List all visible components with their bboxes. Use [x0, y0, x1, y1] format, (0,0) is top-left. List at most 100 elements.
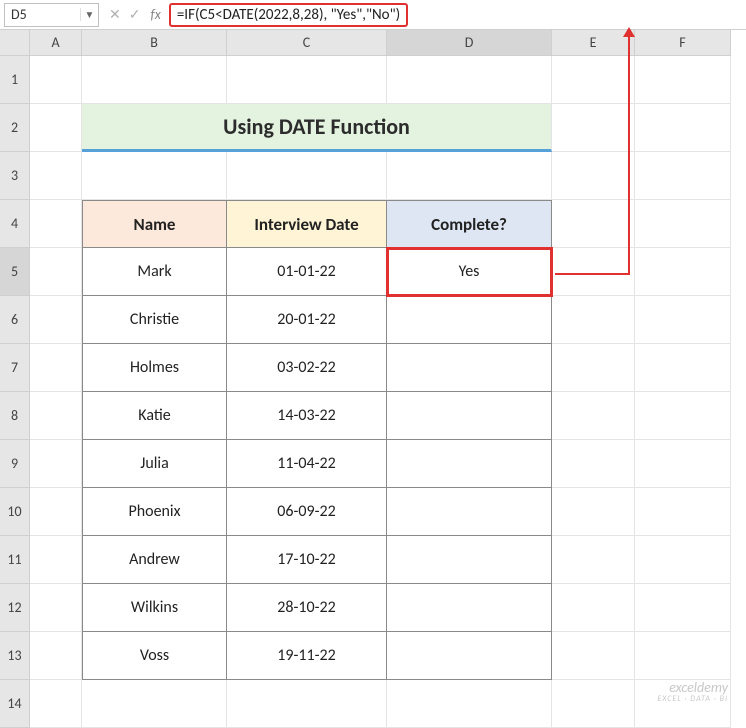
title-cell[interactable]: Using DATE Function: [82, 104, 552, 152]
cell-D3[interactable]: [387, 152, 552, 200]
cell-B3[interactable]: [82, 152, 227, 200]
cell-F1[interactable]: [635, 56, 731, 104]
cell-A8[interactable]: [30, 392, 82, 440]
cell-A5[interactable]: [30, 248, 82, 296]
cell-B9[interactable]: Julia: [82, 440, 227, 488]
cell-B14[interactable]: [82, 680, 227, 728]
cell-F10[interactable]: [635, 488, 731, 536]
cell-D1[interactable]: [387, 56, 552, 104]
cell-D12[interactable]: [387, 584, 552, 632]
cell-C7[interactable]: 03-02-22: [227, 344, 387, 392]
cell-D11[interactable]: [387, 536, 552, 584]
cell-D9[interactable]: [387, 440, 552, 488]
table-header-date[interactable]: Interview Date: [227, 200, 387, 248]
row-header-4[interactable]: 4: [0, 200, 30, 248]
cell-B6[interactable]: Christie: [82, 296, 227, 344]
cell-F5[interactable]: [635, 248, 731, 296]
cell-F8[interactable]: [635, 392, 731, 440]
cancel-icon[interactable]: ✕: [109, 6, 121, 23]
cell-A9[interactable]: [30, 440, 82, 488]
cell-B1[interactable]: [82, 56, 227, 104]
cell-F11[interactable]: [635, 536, 731, 584]
cell-A11[interactable]: [30, 536, 82, 584]
cell-D8[interactable]: [387, 392, 552, 440]
row-header-14[interactable]: 14: [0, 680, 30, 728]
cell-E5[interactable]: [552, 248, 635, 296]
cell-A14[interactable]: [30, 680, 82, 728]
cell-F3[interactable]: [635, 152, 731, 200]
row-header-9[interactable]: 9: [0, 440, 30, 488]
row-header-13[interactable]: 13: [0, 632, 30, 680]
cell-F9[interactable]: [635, 440, 731, 488]
col-header-A[interactable]: A: [30, 30, 82, 56]
select-all-corner[interactable]: [0, 30, 30, 56]
row-header-8[interactable]: 8: [0, 392, 30, 440]
cell-A1[interactable]: [30, 56, 82, 104]
cell-A12[interactable]: [30, 584, 82, 632]
row-header-2[interactable]: 2: [0, 104, 30, 152]
name-box[interactable]: D5 ▼: [4, 3, 99, 27]
row-header-11[interactable]: 11: [0, 536, 30, 584]
cell-C11[interactable]: 17-10-22: [227, 536, 387, 584]
cell-B12[interactable]: Wilkins: [82, 584, 227, 632]
cell-D7[interactable]: [387, 344, 552, 392]
cell-C1[interactable]: [227, 56, 387, 104]
row-header-10[interactable]: 10: [0, 488, 30, 536]
cell-C12[interactable]: 28-10-22: [227, 584, 387, 632]
cell-D5[interactable]: Yes: [387, 248, 552, 296]
cell-A2[interactable]: [30, 104, 82, 152]
cell-C8[interactable]: 14-03-22: [227, 392, 387, 440]
cell-E3[interactable]: [552, 152, 635, 200]
cell-D6[interactable]: [387, 296, 552, 344]
cell-F7[interactable]: [635, 344, 731, 392]
cell-B13[interactable]: Voss: [82, 632, 227, 680]
spreadsheet-grid[interactable]: A B C D E F 1 2 Using DATE Function 3 4 …: [0, 30, 746, 728]
col-header-F[interactable]: F: [635, 30, 731, 56]
row-header-5[interactable]: 5: [0, 248, 30, 296]
cell-C14[interactable]: [227, 680, 387, 728]
cell-C9[interactable]: 11-04-22: [227, 440, 387, 488]
col-header-C[interactable]: C: [227, 30, 387, 56]
cell-D10[interactable]: [387, 488, 552, 536]
row-header-12[interactable]: 12: [0, 584, 30, 632]
col-header-B[interactable]: B: [82, 30, 227, 56]
cell-E14[interactable]: [552, 680, 635, 728]
cell-B8[interactable]: Katie: [82, 392, 227, 440]
formula-input[interactable]: =IF(C5<DATE(2022,8,28), "Yes","No"): [169, 3, 746, 27]
cell-E10[interactable]: [552, 488, 635, 536]
cell-D14[interactable]: [387, 680, 552, 728]
cell-E2[interactable]: [552, 104, 635, 152]
cell-C6[interactable]: 20-01-22: [227, 296, 387, 344]
cell-B11[interactable]: Andrew: [82, 536, 227, 584]
cell-B10[interactable]: Phoenix: [82, 488, 227, 536]
cell-B5[interactable]: Mark: [82, 248, 227, 296]
row-header-3[interactable]: 3: [0, 152, 30, 200]
row-header-6[interactable]: 6: [0, 296, 30, 344]
row-header-7[interactable]: 7: [0, 344, 30, 392]
cell-E9[interactable]: [552, 440, 635, 488]
cell-A10[interactable]: [30, 488, 82, 536]
cell-F12[interactable]: [635, 584, 731, 632]
cell-C5[interactable]: 01-01-22: [227, 248, 387, 296]
cell-F13[interactable]: [635, 632, 731, 680]
cell-E8[interactable]: [552, 392, 635, 440]
table-header-complete[interactable]: Complete?: [387, 200, 552, 248]
table-header-name[interactable]: Name: [82, 200, 227, 248]
cell-E11[interactable]: [552, 536, 635, 584]
cell-B7[interactable]: Holmes: [82, 344, 227, 392]
cell-C3[interactable]: [227, 152, 387, 200]
cell-E12[interactable]: [552, 584, 635, 632]
cell-A6[interactable]: [30, 296, 82, 344]
cell-A7[interactable]: [30, 344, 82, 392]
cell-C10[interactable]: 06-09-22: [227, 488, 387, 536]
cell-C13[interactable]: 19-11-22: [227, 632, 387, 680]
cell-D13[interactable]: [387, 632, 552, 680]
cell-E7[interactable]: [552, 344, 635, 392]
cell-F4[interactable]: [635, 200, 731, 248]
cell-A13[interactable]: [30, 632, 82, 680]
fx-icon[interactable]: fx: [150, 6, 168, 23]
row-header-1[interactable]: 1: [0, 56, 30, 104]
cell-A4[interactable]: [30, 200, 82, 248]
col-header-D[interactable]: D: [387, 30, 552, 56]
cell-E4[interactable]: [552, 200, 635, 248]
